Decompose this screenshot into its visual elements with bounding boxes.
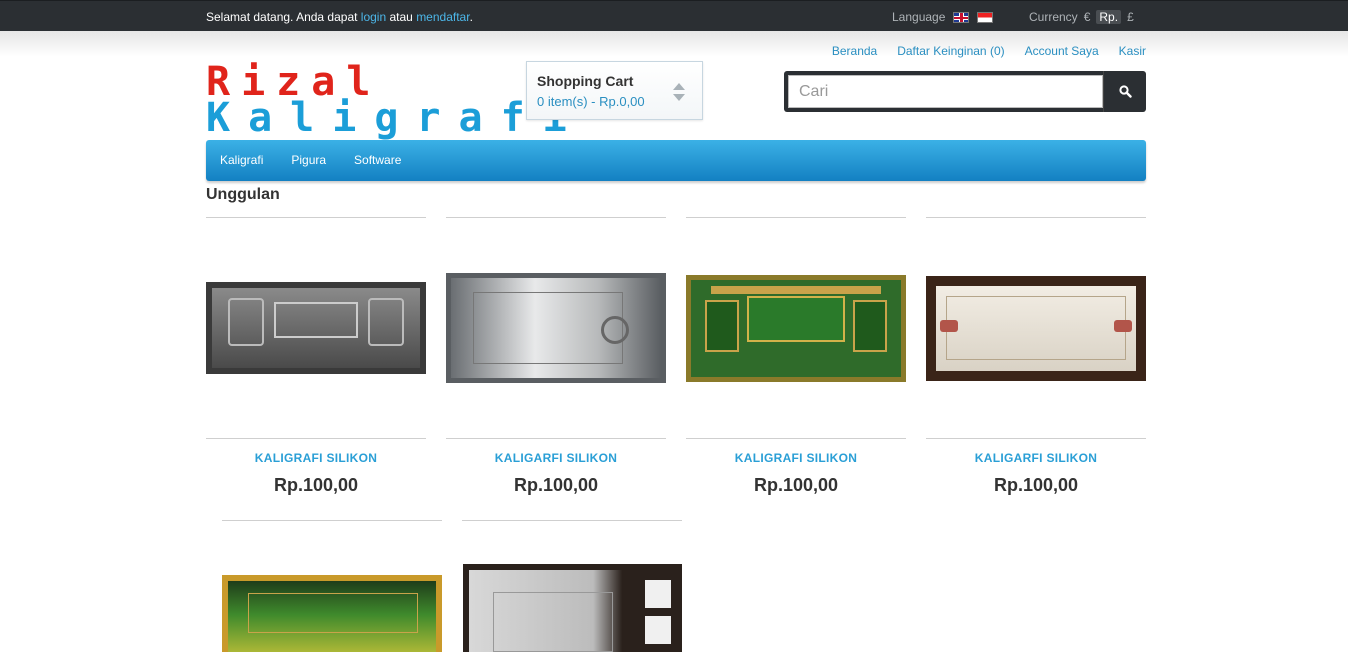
product-card: KALIGRAFI SILIKON Rp.100,00 xyxy=(686,217,906,496)
product-card xyxy=(222,520,442,652)
product-name[interactable]: KALIGARFI SILIKON xyxy=(446,451,666,465)
currency-euro[interactable]: € xyxy=(1084,10,1091,24)
divider xyxy=(926,438,1146,439)
uk-flag-icon[interactable] xyxy=(953,11,970,23)
product-name[interactable]: KALIGRAFI SILIKON xyxy=(686,451,906,465)
currency-pound[interactable]: £ xyxy=(1127,10,1134,24)
account-link[interactable]: Account Saya xyxy=(1025,44,1099,58)
welcome-or: atau xyxy=(386,10,417,24)
product-image xyxy=(926,275,1146,381)
menu-item-software[interactable]: Software xyxy=(340,140,415,181)
product-image-link[interactable] xyxy=(926,218,1146,438)
product-price: Rp.100,00 xyxy=(993,475,1079,495)
product-image-link[interactable] xyxy=(206,218,426,438)
welcome-period: . xyxy=(469,10,473,24)
wishlist-link[interactable]: Daftar Keinginan (0) xyxy=(897,44,1004,58)
indonesia-flag-icon[interactable] xyxy=(977,11,994,23)
site-logo[interactable]: Rizal Kaligrafi xyxy=(206,60,567,142)
search-icon xyxy=(1118,85,1132,98)
top-bar: Selamat datang. Anda dapat login atau me… xyxy=(0,0,1348,31)
search-button[interactable] xyxy=(1103,71,1146,112)
product-image xyxy=(222,575,442,652)
home-link[interactable]: Beranda xyxy=(832,44,877,58)
currency-rupiah[interactable]: Rp. xyxy=(1096,10,1122,24)
product-price: Rp.100,00 xyxy=(273,475,359,495)
search-bar xyxy=(784,71,1146,112)
divider xyxy=(686,438,906,439)
sort-arrows-icon xyxy=(673,83,685,101)
welcome-text: Selamat datang. Anda dapat login atau me… xyxy=(206,10,473,24)
product-image-link[interactable] xyxy=(446,218,666,438)
divider xyxy=(462,520,682,521)
currency-label: Currency xyxy=(1029,10,1078,24)
welcome-prefix: Selamat datang. Anda dapat xyxy=(206,10,361,24)
login-link[interactable]: login xyxy=(361,10,386,24)
checkout-link[interactable]: Kasir xyxy=(1119,44,1146,58)
product-card: KALIGARFI SILIKON Rp.100,00 xyxy=(446,217,666,496)
product-image xyxy=(446,273,666,383)
section-title: Unggulan xyxy=(206,186,280,203)
header-links: Beranda Daftar Keinginan (0) Account Say… xyxy=(832,44,1146,58)
main-menu: Kaligrafi Pigura Software xyxy=(206,140,1146,181)
language-label: Language xyxy=(892,10,946,24)
divider xyxy=(206,438,426,439)
product-card: KALIGARFI SILIKON Rp.100,00 xyxy=(926,217,1146,496)
product-image-link[interactable] xyxy=(686,218,906,438)
menu-item-kaligrafi[interactable]: Kaligrafi xyxy=(206,140,277,181)
product-price: Rp.100,00 xyxy=(513,475,599,495)
product-image xyxy=(463,564,682,652)
register-link[interactable]: mendaftar xyxy=(416,10,469,24)
currency-switcher: Currency € Rp. £ xyxy=(1029,10,1134,24)
product-image xyxy=(686,274,906,382)
menu-item-pigura[interactable]: Pigura xyxy=(277,140,340,181)
product-image xyxy=(206,282,426,374)
divider xyxy=(446,438,666,439)
language-switcher: Language xyxy=(892,10,994,24)
product-card: KALIGRAFI SILIKON Rp.100,00 xyxy=(206,217,426,496)
search-input[interactable] xyxy=(788,75,1103,108)
shopping-cart[interactable]: Shopping Cart 0 item(s) - Rp.0,00 xyxy=(526,61,703,120)
product-name[interactable]: KALIGRAFI SILIKON xyxy=(206,451,426,465)
cart-title: Shopping Cart xyxy=(537,73,634,89)
cart-summary[interactable]: 0 item(s) - Rp.0,00 xyxy=(537,94,645,109)
product-name[interactable]: KALIGARFI SILIKON xyxy=(926,451,1146,465)
product-price: Rp.100,00 xyxy=(753,475,839,495)
product-card xyxy=(462,520,682,652)
divider xyxy=(222,520,442,521)
